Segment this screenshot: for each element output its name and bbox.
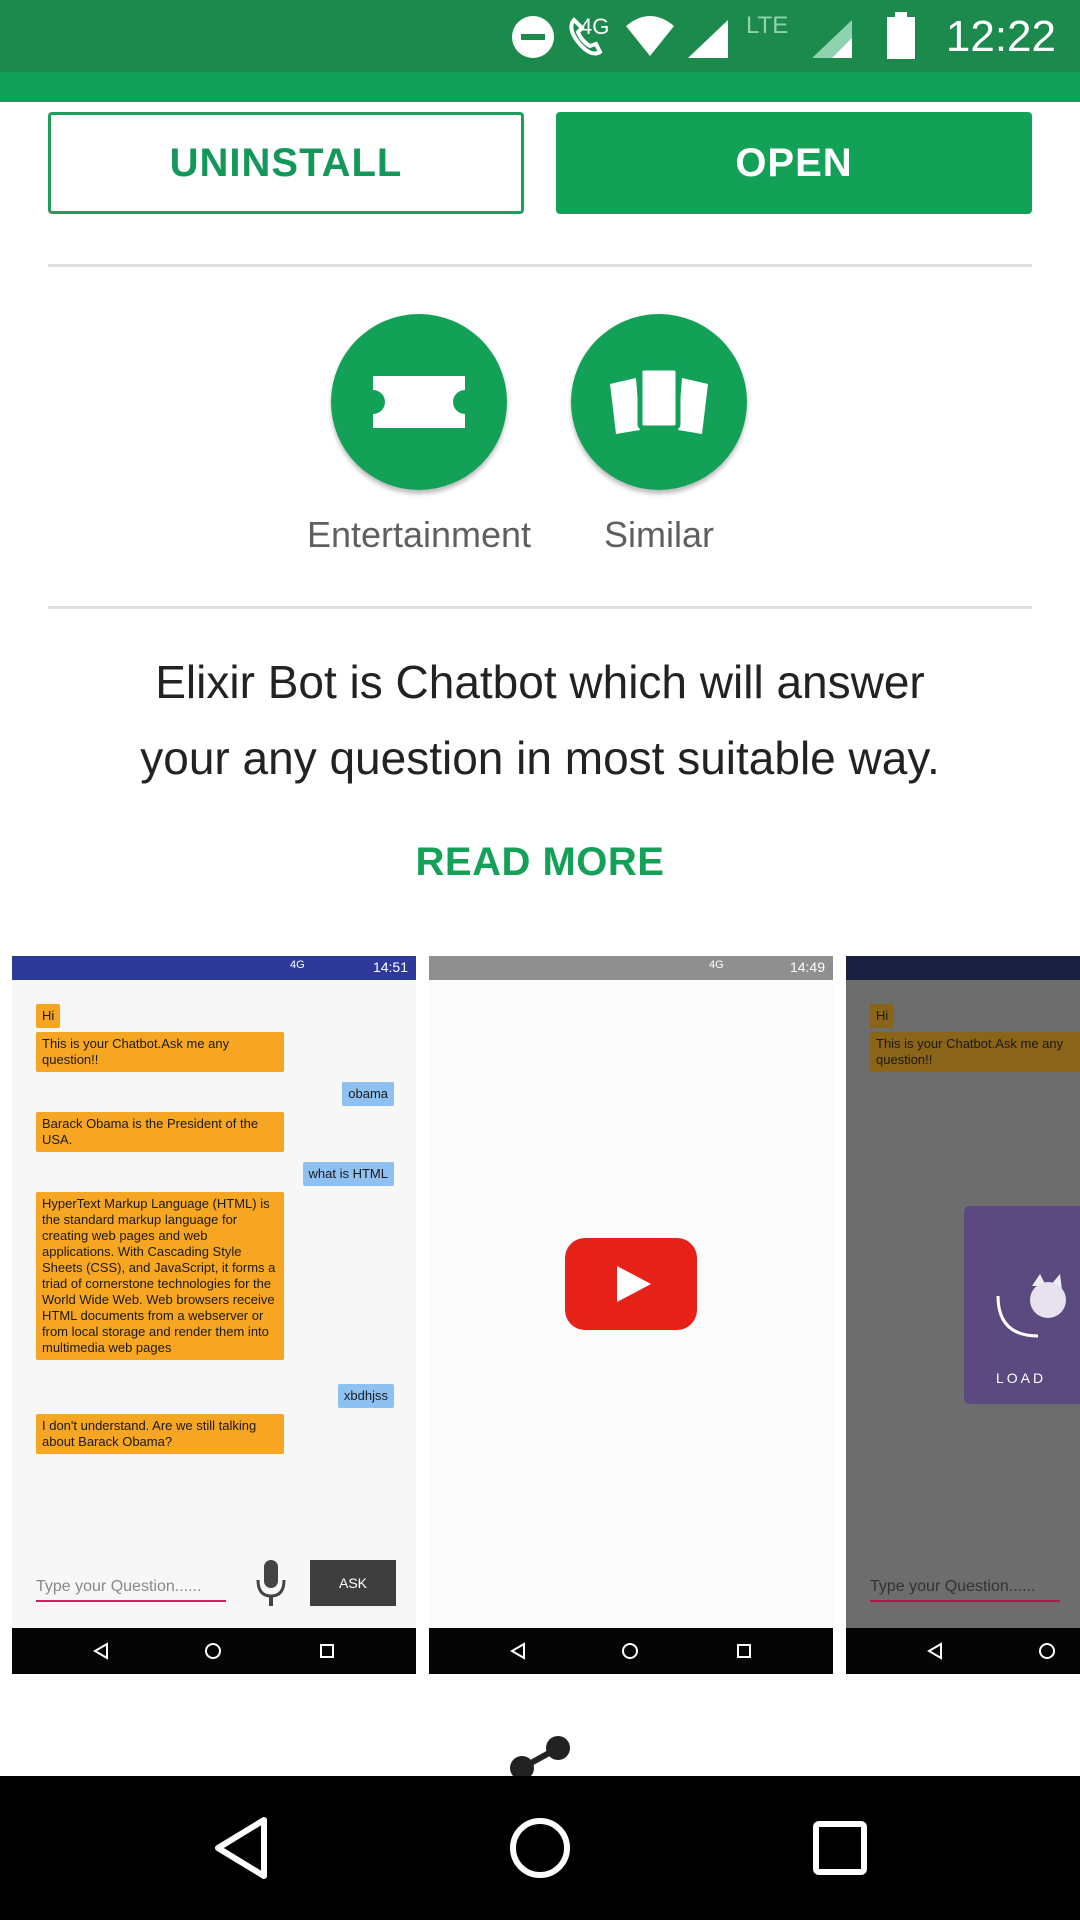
- app-bar-strip: [0, 72, 1080, 102]
- shot1-status-bar: 4G 14:51: [12, 956, 416, 980]
- shot2-nav-bar: [429, 1628, 833, 1674]
- youtube-play-icon[interactable]: [565, 1238, 697, 1330]
- shot3-nav-bar: [846, 1628, 1080, 1674]
- system-nav-bar: [0, 1776, 1080, 1920]
- shot1-msg-5: HyperText Markup Language (HTML) is the …: [36, 1192, 284, 1360]
- shot1-msg-4: what is HTML: [302, 1162, 394, 1186]
- back-icon: [927, 1642, 942, 1660]
- similar-badge[interactable]: [571, 314, 747, 490]
- shot1-question-input: Type your Question......: [36, 1572, 226, 1602]
- screenshot-2-video[interactable]: 4G 14:49: [429, 956, 833, 1674]
- entertainment-badge[interactable]: [331, 314, 507, 490]
- similar-apps-icon: [610, 365, 708, 434]
- shot1-status-time: 14:51: [372, 959, 408, 975]
- shot1-msg-1: This is your Chatbot.Ask me any question…: [36, 1032, 284, 1072]
- uninstall-button[interactable]: UNINSTALL: [48, 112, 524, 214]
- share-icon[interactable]: [506, 1734, 574, 1776]
- recents-icon: [737, 1644, 751, 1658]
- shot3-msg-1: This is your Chatbot.Ask me any question…: [870, 1032, 1080, 1072]
- shot1-msg-2: obama: [342, 1082, 394, 1106]
- ticket-icon: [373, 376, 465, 428]
- shot1-msg-7: I don't understand. Are we still talking…: [36, 1414, 284, 1454]
- home-icon: [622, 1643, 638, 1659]
- home-icon[interactable]: [508, 1816, 572, 1880]
- similar-label: Similar: [603, 514, 714, 555]
- shot1-msg-0: Hi: [36, 1004, 61, 1028]
- open-button[interactable]: OPEN: [556, 112, 1032, 214]
- do-not-disturb-icon: [512, 16, 554, 58]
- back-icon: [93, 1642, 108, 1660]
- screenshot-1[interactable]: 4G 14:51 Hi This is your Chatbot.Ask me …: [12, 956, 416, 1674]
- shot1-msg-3: Barack Obama is the President of the USA…: [36, 1112, 284, 1152]
- app-description: Elixir Bot is Chatbot which will answer …: [60, 644, 1020, 796]
- loading-label: LOAD: [996, 1370, 1047, 1386]
- description-line-1: Elixir Bot is Chatbot which will answer: [155, 656, 925, 708]
- network-lte-label: LTE: [746, 12, 789, 39]
- back-icon: [510, 1642, 525, 1660]
- shot2-network-label: 4G: [709, 959, 724, 971]
- recents-icon: [320, 1644, 334, 1658]
- home-icon: [1039, 1643, 1055, 1659]
- shot1-nav-bar: [12, 1628, 416, 1674]
- description-line-2: your any question in most suitable way.: [140, 732, 940, 784]
- screenshot-3[interactable]: Hi This is your Chatbot.Ask me any quest…: [846, 956, 1080, 1674]
- shot1-msg-6: xbdhjss: [337, 1384, 394, 1408]
- divider-bottom: [48, 606, 1032, 609]
- back-icon[interactable]: [212, 1816, 270, 1880]
- status-time: 12:22: [945, 12, 1056, 61]
- network-4g-label: 4G: [580, 14, 610, 39]
- status-bar: 4G LTE 12:22: [0, 0, 1080, 72]
- divider-top: [48, 264, 1032, 267]
- wifi-icon: [626, 16, 674, 56]
- shot1-ask-button: ASK: [310, 1560, 396, 1606]
- shot3-msg-0: Hi: [870, 1004, 895, 1028]
- shot3-question-input: Type your Question......: [870, 1572, 1060, 1602]
- cat-mascot-icon: [996, 1274, 1066, 1338]
- home-icon: [205, 1643, 221, 1659]
- microphone-icon: [256, 1560, 286, 1606]
- shot1-network-label: 4G: [290, 959, 305, 971]
- loading-dialog: LOAD: [964, 1206, 1080, 1404]
- entertainment-label: Entertainment: [306, 514, 532, 555]
- signal-lte-icon: [812, 20, 852, 58]
- battery-icon: [887, 12, 915, 59]
- shot2-status-time: 14:49: [789, 959, 825, 975]
- shot2-status-bar: 4G 14:49: [429, 956, 833, 980]
- read-more-button[interactable]: READ MORE: [0, 840, 1080, 885]
- signal-icon: [688, 20, 728, 58]
- recents-icon[interactable]: [812, 1820, 868, 1876]
- shot3-status-bar: [846, 956, 1080, 980]
